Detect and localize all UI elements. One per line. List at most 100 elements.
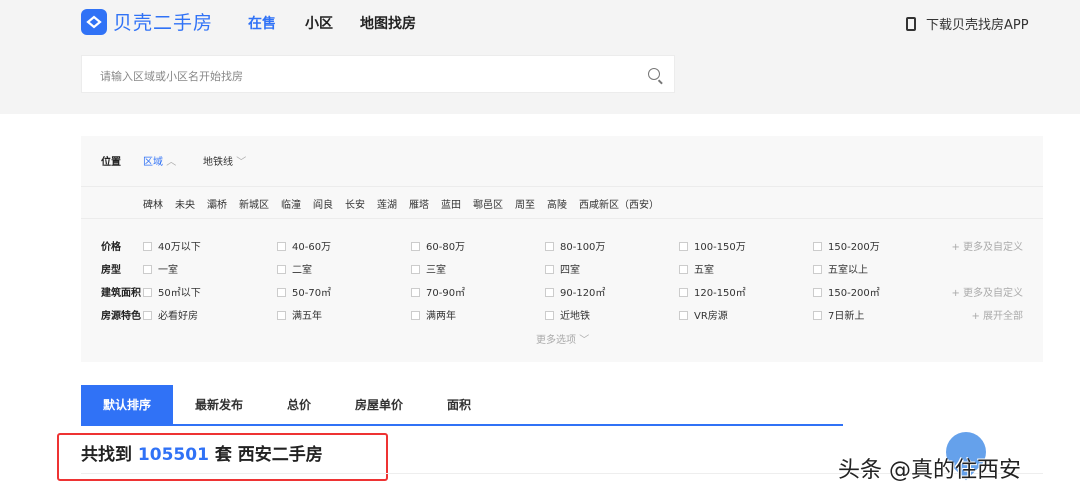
app-download-label: 下载贝壳找房APP <box>926 18 1029 33</box>
subway-tab[interactable]: 地铁线 ﹀ <box>203 153 246 168</box>
checkbox-icon[interactable] <box>277 288 286 297</box>
checkbox-icon[interactable] <box>545 311 554 320</box>
checkbox-icon[interactable] <box>545 288 554 297</box>
tab-default-sort[interactable]: 默认排序 <box>81 385 173 425</box>
checkbox-icon[interactable] <box>813 311 822 320</box>
district-item[interactable]: 鄠邑区 <box>473 196 503 211</box>
filter-checkbox-option[interactable]: 40-60万 <box>277 238 331 253</box>
district-item[interactable]: 阎良 <box>313 196 333 211</box>
district-item[interactable]: 未央 <box>175 196 195 211</box>
district-item[interactable]: 灞桥 <box>207 196 227 211</box>
tab-area[interactable]: 面积 <box>425 385 493 425</box>
nav-on-sale[interactable]: 在售 <box>248 13 276 33</box>
filter-checkbox-option[interactable]: 三室 <box>411 261 446 276</box>
option-label: 必看好房 <box>158 311 198 322</box>
filter-checkbox-option[interactable]: VR房源 <box>679 307 728 322</box>
nav-map-search[interactable]: 地图找房 <box>360 13 416 33</box>
filter-checkbox-option[interactable]: 50-70㎡ <box>277 284 331 299</box>
district-item[interactable]: 周至 <box>515 196 535 211</box>
filter-checkbox-option[interactable]: 五室 <box>679 261 714 276</box>
checkbox-icon[interactable] <box>143 311 152 320</box>
filter-checkbox-option[interactable]: 7日新上 <box>813 307 864 322</box>
option-label: 7日新上 <box>828 311 865 322</box>
checkbox-icon[interactable] <box>679 242 688 251</box>
search-placeholder: 请输入区域或小区名开始找房 <box>100 70 243 83</box>
tab-newest[interactable]: 最新发布 <box>173 385 265 425</box>
filter-panel: 位置 区域 ︿ 地铁线 ﹀ 碑林 未央 灞桥 新城区 临潼 阎良 长安 莲湖 雁塔 蓝田 鄠邑区 周至… <box>81 136 1043 362</box>
more-custom-link[interactable]: + 更多及自定义 <box>951 284 1023 299</box>
tab-unit-price[interactable]: 房屋单价 <box>333 385 425 425</box>
filter-checkbox-option[interactable]: 150-200㎡ <box>813 284 880 299</box>
filter-checkbox-option[interactable]: 80-100万 <box>545 238 605 253</box>
option-label: 五室 <box>694 265 714 276</box>
location-label: 位置 <box>101 157 121 168</box>
filter-checkbox-option[interactable]: 150-200万 <box>813 238 880 253</box>
checkbox-icon[interactable] <box>277 265 286 274</box>
filter-row-label: 房型 <box>101 265 121 276</box>
checkbox-icon[interactable] <box>813 242 822 251</box>
more-options-button[interactable]: 更多选项 ﹀ <box>536 331 589 346</box>
region-tab[interactable]: 区域 ︿ <box>143 153 176 168</box>
district-item[interactable]: 雁塔 <box>409 196 429 211</box>
district-item[interactable]: 蓝田 <box>441 196 461 211</box>
filter-checkbox-option[interactable]: 90-120㎡ <box>545 284 605 299</box>
checkbox-icon[interactable] <box>545 265 554 274</box>
filter-row-label: 价格 <box>101 242 121 253</box>
filter-checkbox-option[interactable]: 二室 <box>277 261 312 276</box>
checkbox-icon[interactable] <box>143 242 152 251</box>
checkbox-icon[interactable] <box>679 265 688 274</box>
checkbox-icon[interactable] <box>411 265 420 274</box>
option-label: 120-150㎡ <box>694 288 746 299</box>
option-label: 40-60万 <box>292 242 332 253</box>
filter-checkbox-option[interactable]: 100-150万 <box>679 238 746 253</box>
checkbox-icon[interactable] <box>679 311 688 320</box>
option-label: 100-150万 <box>694 242 746 253</box>
filter-checkbox-option[interactable]: 50㎡以下 <box>143 284 201 299</box>
option-label: 150-200㎡ <box>828 288 880 299</box>
district-item[interactable]: 临潼 <box>281 196 301 211</box>
district-item[interactable]: 长安 <box>345 196 365 211</box>
checkbox-icon[interactable] <box>813 265 822 274</box>
filter-checkbox-option[interactable]: 满两年 <box>411 307 456 322</box>
checkbox-icon[interactable] <box>545 242 554 251</box>
nav-community[interactable]: 小区 <box>305 13 333 33</box>
search-input[interactable]: 请输入区域或小区名开始找房 <box>81 55 675 93</box>
checkbox-icon[interactable] <box>411 311 420 320</box>
filter-checkbox-option[interactable]: 70-90㎡ <box>411 284 465 299</box>
district-item[interactable]: 新城区 <box>239 196 269 211</box>
checkbox-icon[interactable] <box>277 311 286 320</box>
district-item[interactable]: 高陵 <box>547 196 567 211</box>
checkbox-icon[interactable] <box>143 288 152 297</box>
filter-checkbox-option[interactable]: 近地铁 <box>545 307 590 322</box>
checkbox-icon[interactable] <box>411 242 420 251</box>
search-icon[interactable] <box>648 68 660 80</box>
more-custom-link[interactable]: + 更多及自定义 <box>951 238 1023 253</box>
option-label: 90-120㎡ <box>560 288 606 299</box>
filter-checkbox-option[interactable]: 五室以上 <box>813 261 868 276</box>
filter-checkbox-option[interactable]: 四室 <box>545 261 580 276</box>
phone-icon <box>906 16 916 31</box>
checkbox-icon[interactable] <box>143 265 152 274</box>
option-label: 50㎡以下 <box>158 288 201 299</box>
tab-total-price[interactable]: 总价 <box>265 385 333 425</box>
option-label: 60-80万 <box>426 242 466 253</box>
filter-checkbox-option[interactable]: 120-150㎡ <box>679 284 746 299</box>
district-item[interactable]: 西咸新区（西安） <box>579 196 659 211</box>
checkbox-icon[interactable] <box>411 288 420 297</box>
subway-tab-label: 地铁线 <box>203 157 233 168</box>
more-custom-link[interactable]: + 展开全部 <box>971 307 1023 322</box>
option-label: 满两年 <box>426 311 456 322</box>
filter-checkbox-option[interactable]: 40万以下 <box>143 238 201 253</box>
district-item[interactable]: 莲湖 <box>377 196 397 211</box>
option-label: 三室 <box>426 265 446 276</box>
district-item[interactable]: 碑林 <box>143 196 163 211</box>
checkbox-icon[interactable] <box>679 288 688 297</box>
filter-checkbox-option[interactable]: 必看好房 <box>143 307 198 322</box>
filter-checkbox-option[interactable]: 60-80万 <box>411 238 465 253</box>
logo[interactable]: 贝壳二手房 <box>81 8 213 35</box>
checkbox-icon[interactable] <box>277 242 286 251</box>
filter-checkbox-option[interactable]: 满五年 <box>277 307 322 322</box>
checkbox-icon[interactable] <box>813 288 822 297</box>
filter-checkbox-option[interactable]: 一室 <box>143 261 178 276</box>
app-download-link[interactable]: 下载贝壳找房APP <box>906 14 1029 33</box>
